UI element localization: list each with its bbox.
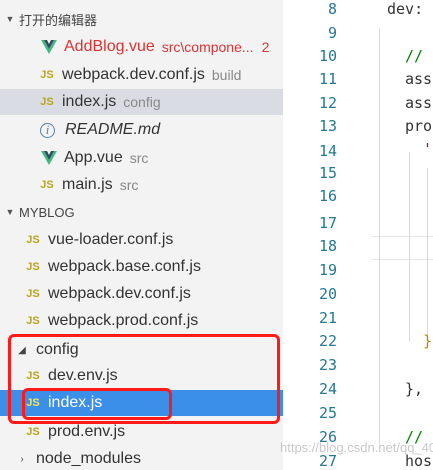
line-number: 20	[318, 285, 337, 303]
vue-icon	[40, 149, 58, 167]
project-header[interactable]: ▼ MYBLOG	[0, 201, 283, 223]
open-editor-item[interactable]: i README.md	[0, 117, 283, 143]
code-line: }	[423, 332, 433, 350]
file-path: config	[123, 94, 161, 110]
indent-guide	[379, 28, 380, 448]
open-editor-item[interactable]: App.vue src	[0, 145, 283, 171]
line-number: 15	[318, 164, 337, 182]
line-number: 21	[318, 309, 337, 327]
tree-item[interactable]: JS webpack.base.conf.js	[0, 254, 283, 280]
file-name: webpack.base.conf.js	[48, 258, 201, 275]
code-line: dev:	[387, 0, 424, 18]
file-name: main.js	[62, 176, 113, 193]
file-name: vue-loader.conf.js	[48, 231, 174, 248]
open-editor-item-selected[interactable]: JS index.js config	[0, 89, 283, 115]
file-name: README.md	[65, 121, 161, 138]
file-path: src	[119, 177, 139, 193]
chevron-down-icon: ▼	[5, 14, 15, 24]
project-title: MYBLOG	[19, 204, 75, 220]
open-editor-item[interactable]: AddBlog.vue src\compone... 2	[0, 34, 283, 60]
chevron-right-icon: ›	[20, 453, 24, 465]
line-number: 9	[327, 24, 337, 42]
js-icon: JS	[26, 288, 40, 300]
code-editor[interactable]: 8 9 10 11 12 13 14 15 16 17 18 19 20 21 …	[283, 0, 433, 470]
tree-item[interactable]: JS vue-loader.conf.js	[0, 227, 283, 253]
tree-item[interactable]: JS webpack.prod.conf.js	[0, 308, 283, 334]
line-number: 13	[318, 117, 337, 135]
file-name: webpack.dev.conf.js	[62, 66, 205, 83]
code-line: ass	[405, 94, 433, 112]
line-number: 8	[327, 0, 337, 18]
file-path: src	[129, 150, 149, 166]
js-icon: JS	[40, 96, 54, 108]
js-icon: JS	[40, 179, 54, 191]
file-name: webpack.prod.conf.js	[48, 312, 199, 329]
file-name: AddBlog.vue	[64, 38, 155, 55]
folder-name: node_modules	[36, 450, 141, 467]
code-line: pro	[405, 117, 433, 135]
line-number: 14	[318, 142, 337, 160]
vue-icon	[40, 38, 58, 56]
line-number: 10	[318, 47, 337, 65]
file-path: src\compone...	[161, 39, 254, 55]
line-number: 19	[318, 261, 337, 279]
line-number: 24	[318, 380, 337, 398]
indent-guide	[427, 168, 428, 338]
problem-count-badge: 2	[261, 39, 270, 55]
line-number: 12	[318, 94, 337, 112]
watermark: https://blog.csdn.net/qq_40321	[280, 440, 433, 455]
indent-guide	[409, 152, 410, 342]
js-icon: JS	[26, 315, 40, 327]
annotation-box-index-js	[22, 388, 172, 420]
line-number: 18	[318, 237, 337, 255]
js-icon: JS	[26, 234, 40, 246]
file-name: App.vue	[64, 149, 123, 166]
line-number: 17	[318, 214, 337, 232]
current-line-highlight	[371, 236, 433, 260]
open-editor-item[interactable]: JS webpack.dev.conf.js build	[0, 62, 283, 88]
code-line: '	[423, 140, 433, 158]
code-line: //	[405, 47, 424, 65]
js-icon: JS	[26, 426, 40, 438]
info-icon: i	[40, 122, 55, 138]
file-name: index.js	[62, 93, 117, 110]
file-path: build	[211, 67, 242, 83]
tree-item[interactable]: JS webpack.dev.conf.js	[0, 281, 283, 307]
file-name: prod.env.js	[48, 423, 126, 440]
folder-item-node-modules[interactable]: › node_modules	[0, 446, 283, 470]
code-line: },	[405, 380, 424, 398]
code-line: ass	[405, 70, 433, 88]
js-icon: JS	[26, 261, 40, 273]
open-editors-title: 打开的编辑器	[19, 12, 98, 28]
open-editor-item[interactable]: JS main.js src	[0, 172, 283, 198]
line-number: 22	[318, 332, 337, 350]
line-number: 23	[318, 356, 337, 374]
line-number: 16	[318, 187, 337, 205]
line-number: 11	[318, 70, 337, 88]
open-editors-header[interactable]: ▼ 打开的编辑器	[0, 8, 283, 30]
line-number: 25	[318, 404, 337, 422]
js-icon: JS	[40, 69, 54, 81]
chevron-down-icon: ▼	[5, 207, 15, 217]
file-name: webpack.dev.conf.js	[48, 285, 191, 302]
